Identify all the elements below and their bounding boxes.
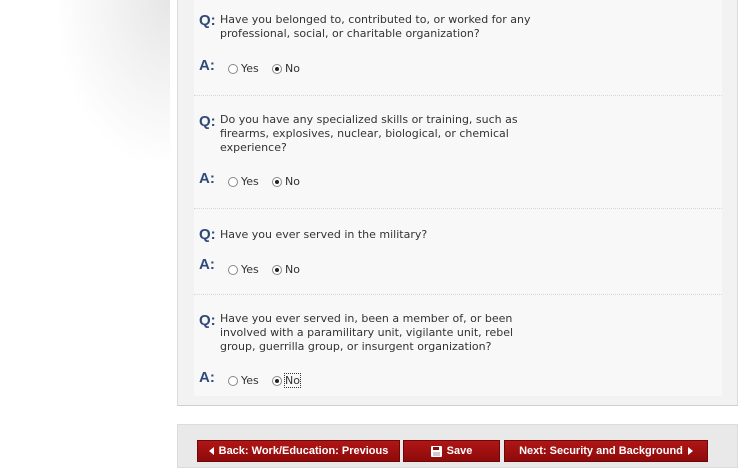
question-line: Have you ever served in, been a member o… [220,312,513,325]
answer-yes-option[interactable]: Yes [228,374,259,387]
no-radio[interactable] [272,63,282,74]
no-label: No [285,263,300,276]
answer-yes-option[interactable]: Yes [228,175,259,188]
question-marker: Q: [199,113,216,130]
question-line: group, guerrilla group, or insurgent org… [220,340,492,353]
question-panel: Q: Have you belonged to, contributed to,… [177,0,738,406]
no-label: No [285,62,300,75]
question-line: professional, social, or charitable orga… [220,27,480,40]
save-button[interactable]: Save [403,440,500,462]
question-text: Have you ever served in the military? [220,228,550,242]
question-marker: Q: [199,312,216,329]
page-shadow [60,0,170,160]
floppy-disk-icon [430,445,442,457]
answer-yes-option[interactable]: Yes [228,62,259,75]
question-panel-inner: Q: Have you belonged to, contributed to,… [194,0,722,396]
answer-marker: A: [199,256,215,273]
no-label: No [284,373,301,388]
yes-radio[interactable] [228,264,238,275]
answer-no-option[interactable]: No [272,373,301,388]
answer-yes-option[interactable]: Yes [228,263,259,276]
question-text: Have you ever served in, been a member o… [220,312,550,354]
question-text: Have you belonged to, contributed to, or… [220,13,550,41]
next-button-label: Next: Security and Background [519,445,683,457]
yes-label: Yes [241,374,259,387]
divider [194,95,722,96]
navigation-button-bar: Back: Work/Education: Previous Save Next… [177,424,738,468]
question-line: firearms, explosives, nuclear, biologica… [220,127,509,140]
yes-radio[interactable] [228,375,238,386]
no-radio[interactable] [272,176,282,187]
back-button[interactable]: Back: Work/Education: Previous [197,440,400,462]
arrow-right-icon [687,447,693,455]
back-button-label: Back: Work/Education: Previous [218,445,389,457]
question-line: involved with a paramilitary unit, vigil… [220,326,514,339]
no-radio[interactable] [272,264,282,275]
answer-marker: A: [199,369,215,386]
answer-no-option[interactable]: No [272,175,300,188]
question-line: Have you belonged to, contributed to, or… [220,13,531,26]
yes-label: Yes [241,62,259,75]
question-marker: Q: [199,12,216,29]
answer-no-option[interactable]: No [272,62,300,75]
question-text: Do you have any specialized skills or tr… [220,113,550,155]
answer-no-option[interactable]: No [272,263,300,276]
yes-label: Yes [241,263,259,276]
no-label: No [285,175,300,188]
question-marker: Q: [199,226,216,243]
arrow-left-icon [208,447,214,455]
no-radio[interactable] [272,375,282,386]
question-line: Have you ever served in the military? [220,228,428,241]
answer-marker: A: [199,57,215,74]
yes-radio[interactable] [228,176,238,187]
divider [194,294,722,295]
divider [194,208,722,209]
next-button[interactable]: Next: Security and Background [504,440,708,462]
save-button-label: Save [446,445,473,457]
question-line: Do you have any specialized skills or tr… [220,113,518,126]
yes-radio[interactable] [228,63,238,74]
yes-label: Yes [241,175,259,188]
answer-marker: A: [199,170,215,187]
question-line: experience? [220,141,287,154]
